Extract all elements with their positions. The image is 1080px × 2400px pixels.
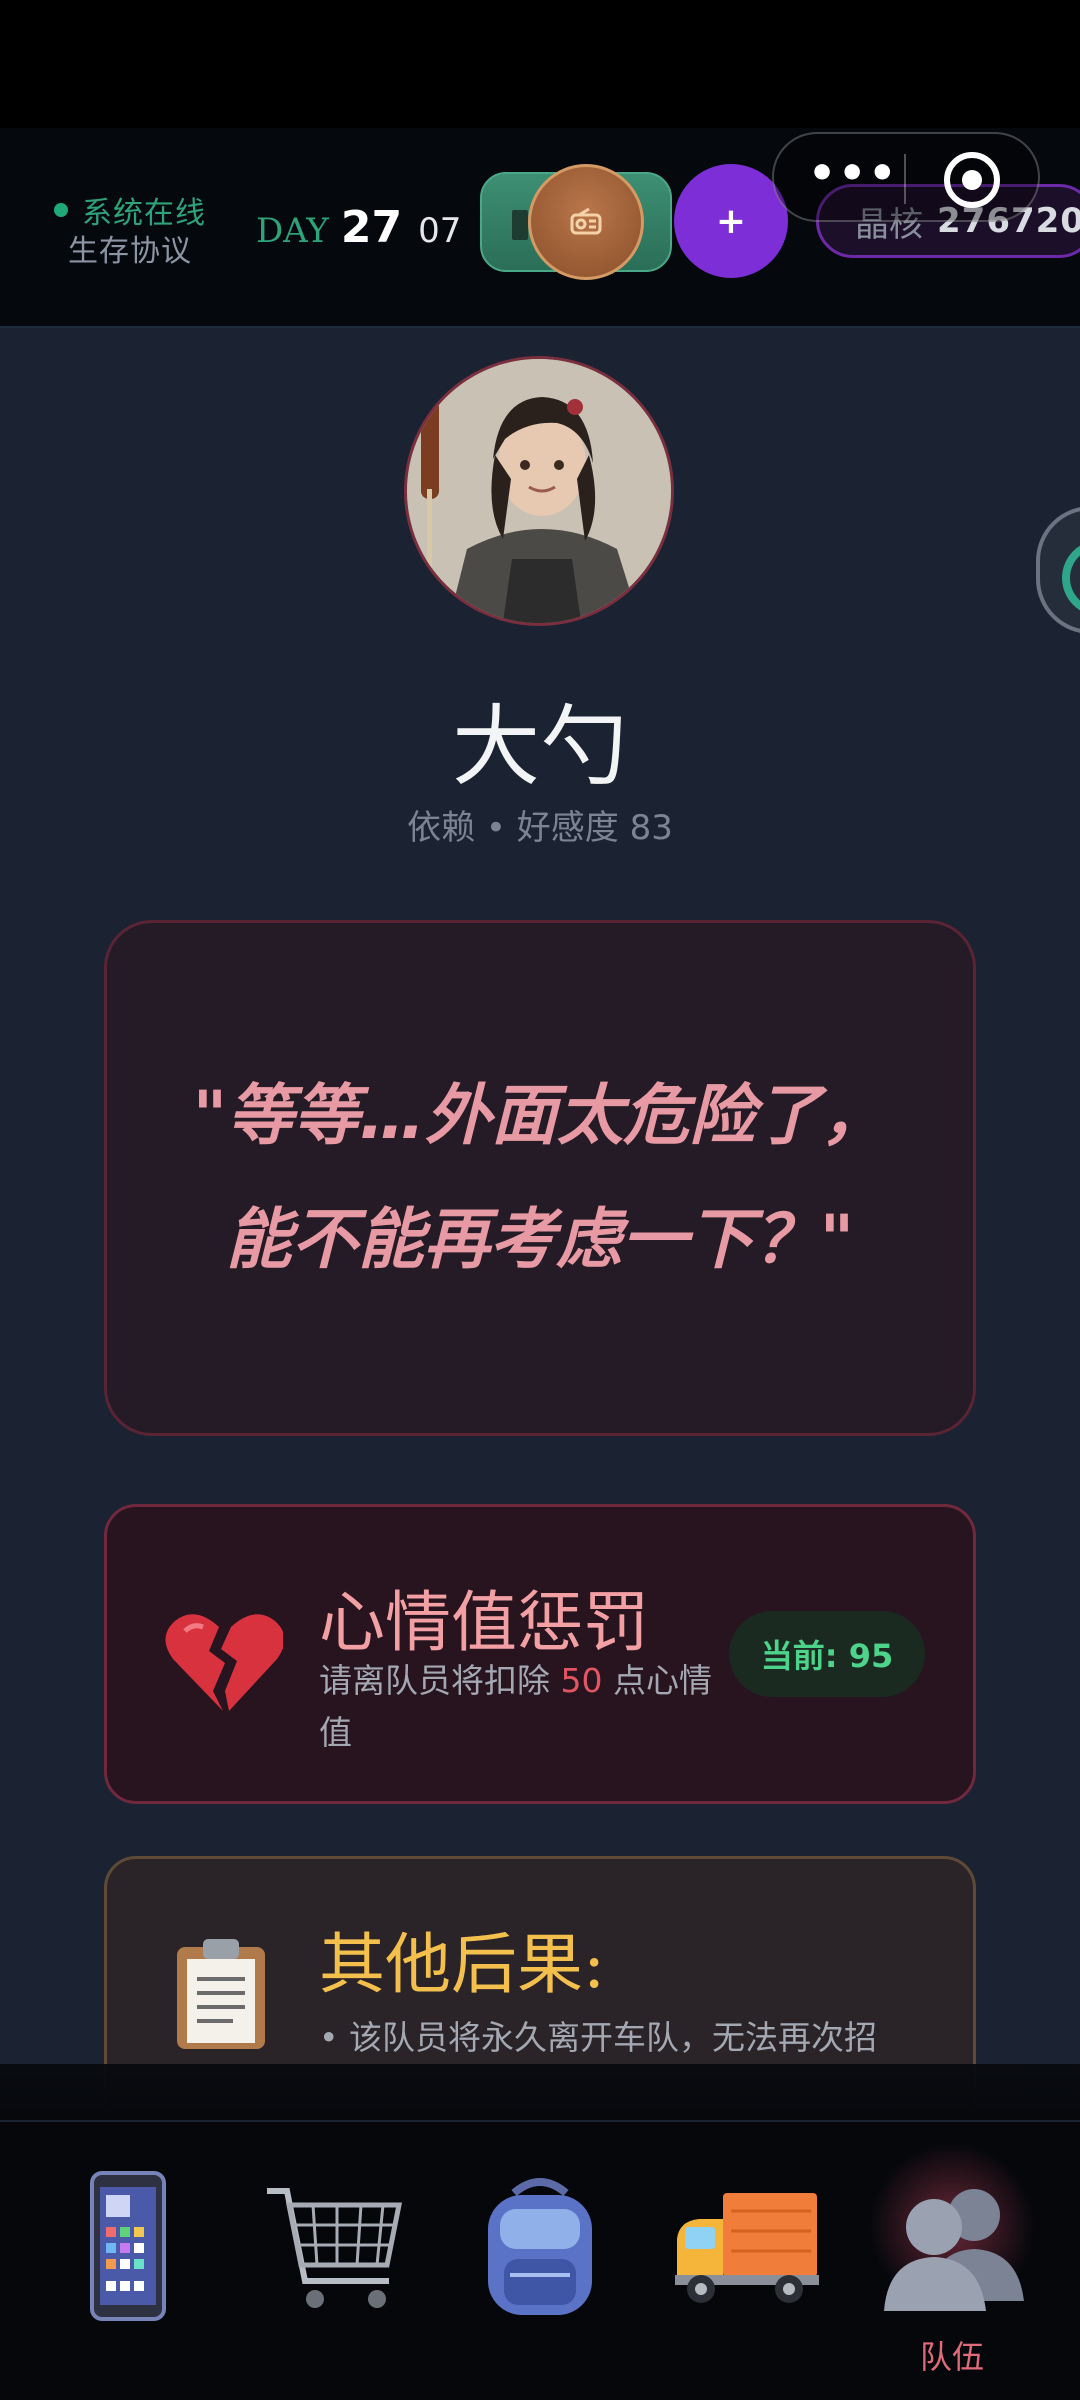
nav-label-team: 队伍 [919, 2338, 984, 2376]
consequence-item: • 该队员将永久离开车队，无法再次招 [319, 2018, 877, 2057]
nav-item-backpack[interactable] [432, 2122, 648, 2400]
clipboard-icon [177, 1939, 265, 2049]
penalty-amount: 50 [560, 1661, 603, 1700]
phone-icon [90, 2171, 166, 2321]
backpack-icon [488, 2178, 592, 2315]
mood-penalty-card: 心情值惩罚 请离队员将扣除 50 点心情值 当前: 95 [104, 1504, 976, 1804]
protocol-label: 生存协议 [68, 234, 192, 269]
radio-button[interactable] [528, 164, 644, 280]
add-button[interactable]: + [674, 164, 788, 278]
more-icon[interactable]: ••• [808, 152, 898, 196]
nav-item-shop[interactable] [226, 2122, 442, 2400]
nav-icon-wrap [48, 2166, 208, 2326]
truck-icon [675, 2193, 819, 2303]
day-time: 07 [418, 211, 462, 251]
document-icon [512, 210, 528, 240]
penalty-title: 心情值惩罚 [319, 1584, 649, 1661]
miniprogram-capsule: ••• [772, 132, 1040, 222]
nav-item-convoy[interactable] [638, 2122, 854, 2400]
nav-icon-wrap [872, 2166, 1032, 2326]
penalty-desc-prefix: 请离队员将扣除 [319, 1661, 561, 1700]
team-icon [884, 2189, 1024, 2311]
nav-icon-wrap [460, 2166, 620, 2326]
screen: 系统在线 生存协议 DAY 27 07 + 晶核 276720 ••• 大勺 依… [0, 0, 1080, 2400]
quote-text: "等等…外面太危险了，能不能再考虑一下？" [192, 1077, 888, 1278]
top-header: 系统在线 生存协议 DAY 27 07 + 晶核 276720 ••• [0, 128, 1080, 328]
content-fade [0, 2064, 1080, 2120]
consequence-title: 其他后果: [319, 1926, 606, 2003]
nav-icon-wrap [254, 2166, 414, 2326]
nav-item-phone[interactable] [20, 2122, 236, 2400]
character-name: 大勺 [451, 695, 628, 798]
capsule-divider [904, 154, 906, 204]
affinity-status: 依赖 • 好感度 83 [407, 808, 673, 848]
broken-heart-icon [165, 1614, 283, 1711]
day-label: DAY [256, 211, 329, 251]
day-number: 27 [340, 202, 403, 253]
character-avatar [404, 356, 674, 626]
status-bar-area [0, 0, 1080, 128]
radio-icon [570, 208, 602, 235]
penalty-description: 请离队员将扣除 50 点心情值 [319, 1655, 719, 1759]
online-dot-icon [54, 203, 68, 217]
bottom-navigation: 队伍 [0, 2120, 1080, 2400]
close-target-icon[interactable] [944, 152, 1000, 208]
floating-assist-button[interactable] [1036, 506, 1080, 634]
nav-icon-wrap [666, 2166, 826, 2326]
nav-item-team[interactable]: 队伍 [844, 2122, 1060, 2400]
character-portrait-icon [407, 359, 671, 623]
quote-card: "等等…外面太危险了，能不能再考虑一下？" [104, 920, 976, 1436]
shopping-cart-icon [267, 2188, 403, 2308]
current-mood-badge: 当前: 95 [729, 1611, 925, 1697]
day-counter: DAY 27 07 [256, 202, 461, 253]
